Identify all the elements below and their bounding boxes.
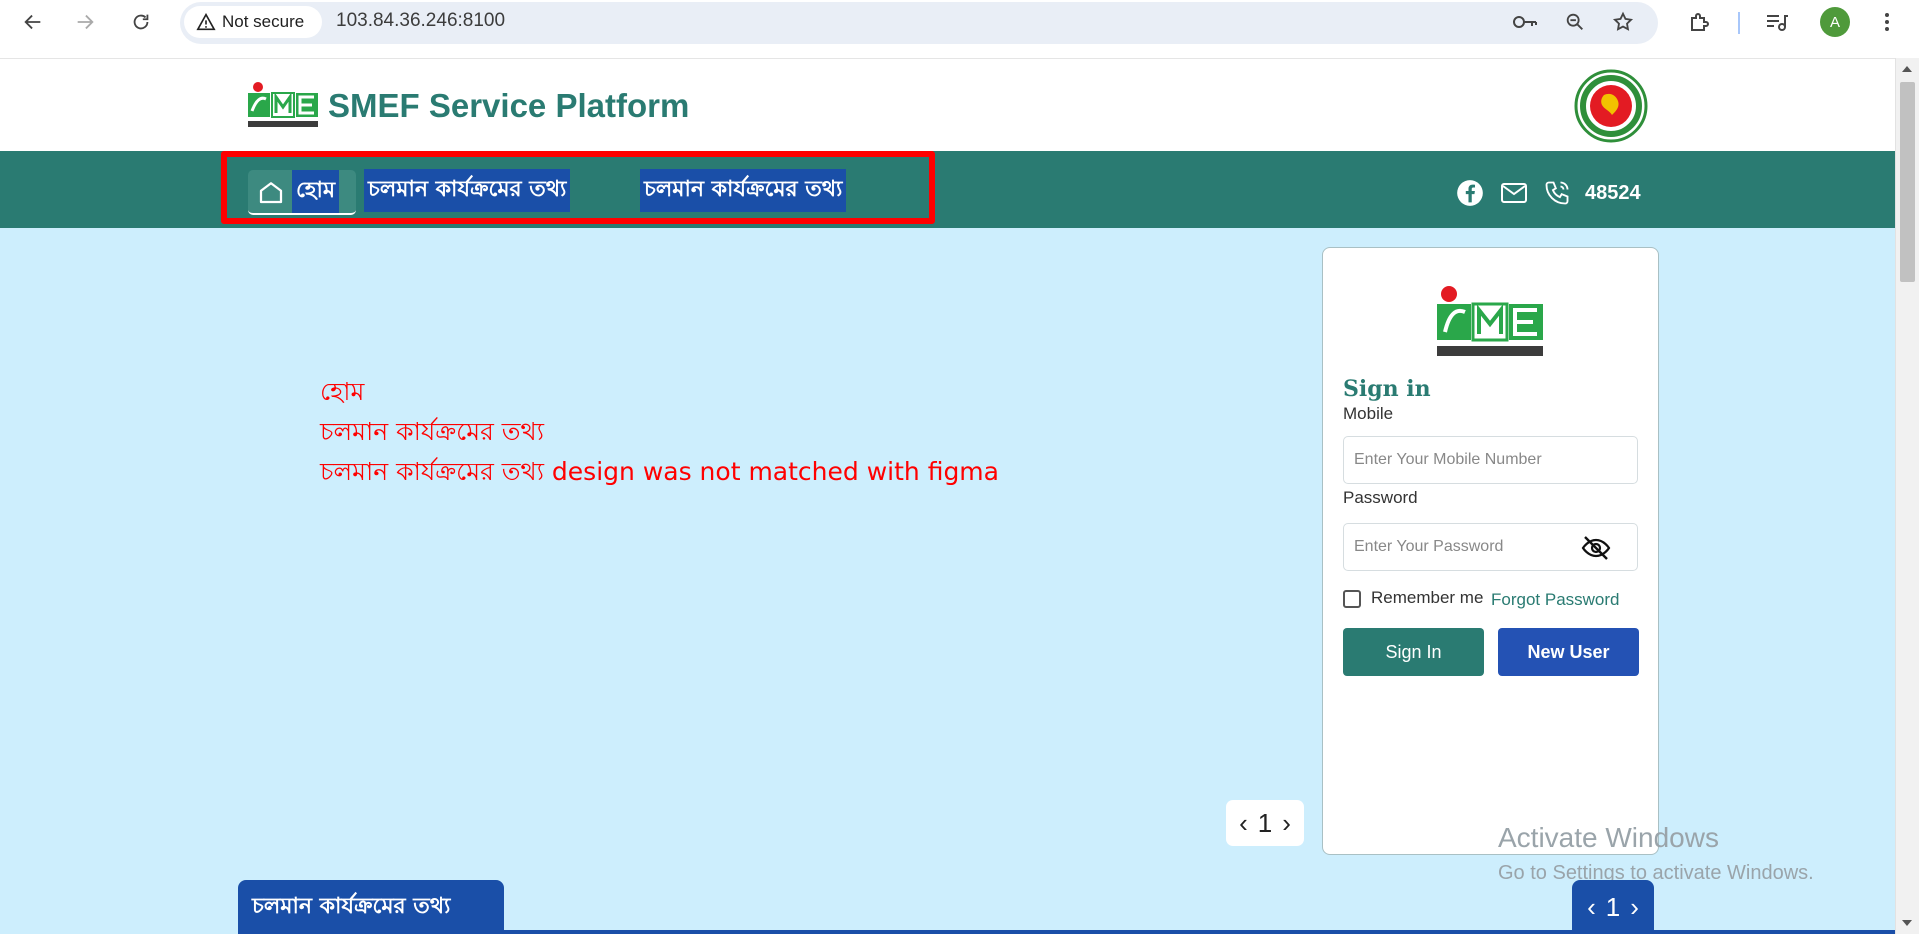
section-pager-page-number: 1 xyxy=(1605,891,1621,922)
more-menu-icon[interactable] xyxy=(1872,8,1902,36)
windows-activation-hint: Go to Settings to activate Windows. xyxy=(1498,862,1814,884)
zoom-icon[interactable] xyxy=(1560,8,1590,36)
section-pager: ‹ 1 › xyxy=(1572,880,1654,934)
profile-avatar[interactable]: A xyxy=(1820,7,1850,37)
site-title: SMEF Service Platform xyxy=(328,87,690,124)
signin-title: Sign in xyxy=(1343,376,1431,402)
scroll-down-arrow-icon[interactable] xyxy=(1902,920,1912,926)
section-pager-next-button[interactable]: › xyxy=(1630,892,1639,923)
bookmark-star-icon[interactable] xyxy=(1608,8,1638,36)
phone-icon[interactable] xyxy=(1541,178,1573,208)
site-header: SMEF Service Platform xyxy=(0,58,1895,151)
mobile-label: Mobile xyxy=(1343,404,1394,423)
warning-triangle-icon xyxy=(196,13,216,31)
toolbar-divider xyxy=(1738,12,1740,34)
smef-logo[interactable] xyxy=(246,81,322,131)
annotation-note-line: চলমান কার্যক্রমের তথ্য design was not ma… xyxy=(320,457,999,486)
slider-pager: ‹ 1 › xyxy=(1226,800,1304,846)
contact-number[interactable]: 48524 xyxy=(1585,182,1641,205)
pager-next-button[interactable]: › xyxy=(1282,808,1291,839)
back-arrow-icon[interactable] xyxy=(18,8,48,36)
security-label: Not secure xyxy=(222,12,305,31)
key-icon[interactable] xyxy=(1510,8,1540,36)
annotation-note-line: হোম xyxy=(320,377,365,406)
reload-icon[interactable] xyxy=(126,8,156,36)
extensions-icon[interactable] xyxy=(1684,8,1714,36)
login-card: Sign in Mobile Password Remember me Forg… xyxy=(1322,247,1659,855)
pager-prev-button[interactable]: ‹ xyxy=(1239,808,1248,839)
forgot-password-link[interactable]: Forgot Password xyxy=(1491,590,1620,610)
mobile-input[interactable] xyxy=(1343,436,1638,484)
section-pager-prev-button[interactable]: ‹ xyxy=(1587,892,1596,923)
url-text[interactable]: 103.84.36.246:8100 xyxy=(336,10,505,32)
scrollbar-thumb[interactable] xyxy=(1900,82,1915,282)
section-tab-ongoing-activities[interactable]: চলমান কার্যক্রমের তথ্য xyxy=(238,880,504,934)
sign-in-button[interactable]: Sign In xyxy=(1343,628,1484,676)
forward-arrow-icon[interactable] xyxy=(70,8,100,36)
annotation-note-line: চলমান কার্যক্রমের তথ্য xyxy=(320,417,544,446)
remember-me-label: Remember me xyxy=(1371,588,1484,607)
page-scrollbar[interactable] xyxy=(1895,58,1919,934)
annotation-highlight-box xyxy=(221,151,935,224)
browser-toolbar: Not secure 103.84.36.246:8100 A xyxy=(0,0,1919,44)
password-label: Password xyxy=(1343,488,1418,507)
new-user-button[interactable]: New User xyxy=(1498,628,1639,676)
scroll-up-arrow-icon[interactable] xyxy=(1902,66,1912,72)
security-indicator[interactable]: Not secure xyxy=(184,6,322,38)
smef-foundation-logo xyxy=(1437,286,1543,356)
windows-activation-watermark: Activate Windows xyxy=(1498,822,1719,853)
pager-page-number: 1 xyxy=(1257,807,1273,838)
media-queue-icon[interactable] xyxy=(1762,8,1792,36)
email-icon[interactable] xyxy=(1498,178,1530,208)
eye-slash-icon[interactable] xyxy=(1578,533,1614,563)
remember-me-checkbox[interactable] xyxy=(1343,590,1361,608)
government-seal-logo xyxy=(1574,69,1648,143)
facebook-icon[interactable] xyxy=(1455,178,1485,208)
